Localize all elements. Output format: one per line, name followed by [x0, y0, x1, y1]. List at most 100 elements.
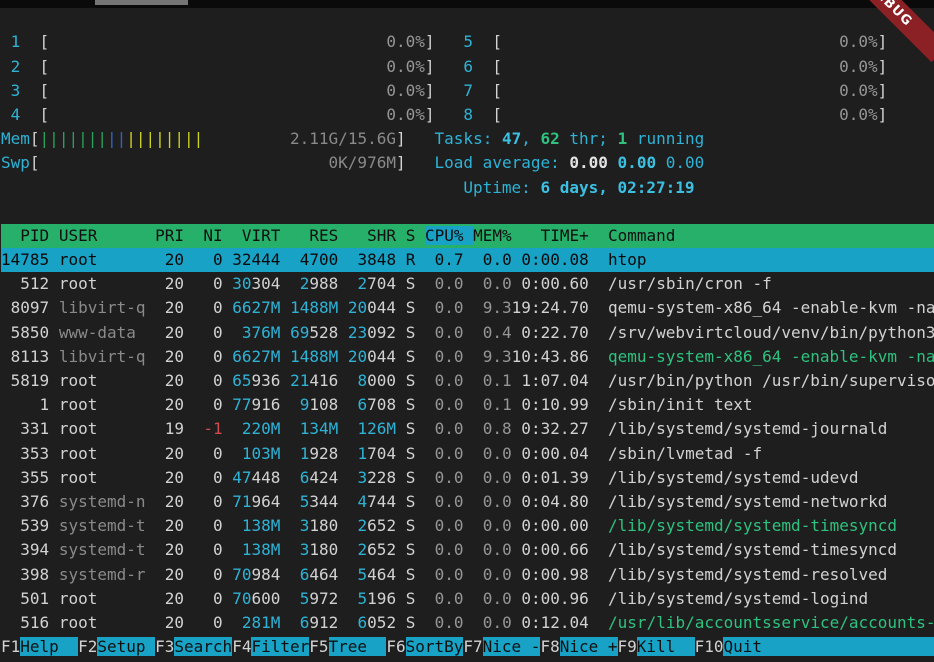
mem-meter-value: 2.11G/15.6G: [290, 129, 396, 148]
column-header-pri[interactable]: PRI: [155, 226, 184, 245]
fkey-tree[interactable]: F5Tree: [309, 637, 386, 656]
column-header-s[interactable]: S: [406, 226, 416, 245]
process-row-501[interactable]: 501 root 20 0 70600 5972 5196 S 0.0 0.0 …: [1, 587, 934, 611]
cpu-meter-row: 1 [ 0.0%] 5 [ 0.0%]: [1, 30, 934, 54]
process-row-355[interactable]: 355 root 20 0 47448 6424 3228 S 0.0 0.0 …: [1, 466, 934, 490]
cpu-meter-label-7: 7: [463, 81, 473, 100]
fkey-nice-[interactable]: F8Nice +: [540, 637, 617, 656]
window-top-strip: [0, 0, 934, 8]
function-key-bar: F1Help F2Setup F3SearchF4FilterF5Tree F6…: [1, 635, 934, 659]
process-row-331[interactable]: 331 root 19 -1 220M 134M 126M S 0.0 0.8 …: [1, 417, 934, 441]
fkey-help[interactable]: F1Help: [1, 637, 78, 656]
cpu-meter-label-6: 6: [463, 57, 473, 76]
fkey-nice-[interactable]: F7Nice -: [463, 637, 540, 656]
fkey-number: F5: [309, 637, 328, 656]
fkey-number: F9: [618, 637, 637, 656]
fkey-action-label: Nice -: [483, 637, 541, 656]
process-row-539[interactable]: 539 systemd-t 20 0 138M 3180 2652 S 0.0 …: [1, 514, 934, 538]
column-header-shr[interactable]: SHR: [348, 226, 396, 245]
fkey-number: F8: [540, 637, 559, 656]
column-header-virt[interactable]: VIRT: [232, 226, 280, 245]
cpu-meter-label-4: 4: [11, 105, 21, 124]
terminal-content: 1 [ 0.0%] 5 [ 0.0%] 2 [ 0.0%] 6 [ 0.0%] …: [1, 8, 934, 659]
process-row-512[interactable]: 512 root 20 0 30304 2988 2704 S 0.0 0.0 …: [1, 272, 934, 296]
blank-row: [1, 200, 934, 224]
fkey-number: F2: [78, 637, 97, 656]
process-row-516[interactable]: 516 root 20 0 281M 6912 6052 S 0.0 0.0 0…: [1, 611, 934, 635]
fkey-action-label: Quit: [723, 637, 934, 656]
fkey-number: F10: [695, 637, 724, 656]
column-header-pid[interactable]: PID: [1, 226, 49, 245]
fkey-action-label: Tree: [329, 637, 387, 656]
cpu-meter-value-3: 0.0%: [386, 81, 425, 100]
process-row-5850[interactable]: 5850 www-data 20 0 376M 69528 23092 S 0.…: [1, 321, 934, 345]
cpu-meter-value-8: 0.0%: [839, 105, 878, 124]
cpu-meter-label-3: 3: [11, 81, 21, 100]
cpu-meter-label-8: 8: [463, 105, 473, 124]
fkey-setup[interactable]: F2Setup: [78, 637, 155, 656]
cpu-meter-value-2: 0.0%: [386, 57, 425, 76]
process-row-398[interactable]: 398 systemd-r 20 0 70984 6464 5464 S 0.0…: [1, 563, 934, 587]
uptime-row: Uptime: 6 days, 02:27:19: [1, 176, 934, 200]
fkey-filter[interactable]: F4Filter: [232, 637, 309, 656]
mem-meter-label: Mem: [1, 129, 30, 148]
fkey-action-label: SortBy: [406, 637, 464, 656]
cpu-meter-row: 2 [ 0.0%] 6 [ 0.0%]: [1, 55, 934, 79]
fkey-number: F4: [232, 637, 251, 656]
column-header-mem[interactable]: MEM%: [473, 226, 512, 245]
column-header-ni[interactable]: NI: [194, 226, 223, 245]
fkey-action-label: Nice +: [560, 637, 618, 656]
fkey-action-label: Help: [20, 637, 78, 656]
fkey-number: F1: [1, 637, 20, 656]
cpu-meter-label-2: 2: [11, 57, 21, 76]
column-header-cpu-sort[interactable]: CPU%: [425, 226, 473, 245]
tasks-running: 1: [618, 129, 628, 148]
column-header-user[interactable]: USER: [59, 226, 146, 245]
load-average-label: Load average:: [435, 153, 570, 172]
load-15min: 0.00: [666, 153, 705, 172]
process-table-header: PID USER PRI NI VIRT RES SHR S CPU% MEM%…: [1, 224, 934, 248]
fkey-action-label: Setup: [97, 637, 155, 656]
mem-bar-used: |||||||: [40, 129, 107, 148]
fkey-number: F7: [463, 637, 482, 656]
tab-indicator: [95, 0, 188, 5]
fkey-quit[interactable]: F10Quit: [695, 637, 934, 656]
swp-meter-value: 0K/976M: [329, 153, 396, 172]
column-header-res[interactable]: RES: [290, 226, 338, 245]
process-row-8113[interactable]: 8113 libvirt-q 20 0 6627M 1488M 20044 S …: [1, 345, 934, 369]
mem-bar-cache: ||||||||: [126, 129, 203, 148]
cpu-meter-row: 3 [ 0.0%] 7 [ 0.0%]: [1, 79, 934, 103]
cpu-meter-value-6: 0.0%: [839, 57, 878, 76]
tasks-count: 47: [502, 129, 521, 148]
fkey-kill[interactable]: F9Kill: [618, 637, 695, 656]
process-row-394[interactable]: 394 systemd-t 20 0 138M 3180 2652 S 0.0 …: [1, 538, 934, 562]
process-row-14785[interactable]: 14785 root 20 0 32444 4700 3848 R 0.7 0.…: [1, 248, 934, 272]
fkey-action-label: Search: [174, 637, 232, 656]
fkey-sortby[interactable]: F6SortBy: [386, 637, 463, 656]
fkey-action-label: Filter: [251, 637, 309, 656]
process-row-353[interactable]: 353 root 20 0 103M 1928 1704 S 0.0 0.0 0…: [1, 442, 934, 466]
column-header-command[interactable]: Command: [608, 226, 675, 245]
column-header-time[interactable]: TIME+: [512, 226, 589, 245]
swp-meter-label: Swp: [1, 153, 30, 172]
mem-tasks-row: Mem[||||||||||||||||| 2.11G/15.6G] Tasks…: [1, 127, 934, 151]
load-1min: 0.00: [569, 153, 608, 172]
cpu-meter-label-1: 1: [11, 32, 21, 51]
process-row-1[interactable]: 1 root 20 0 77916 9108 6708 S 0.0 0.1 0:…: [1, 393, 934, 417]
process-row-5819[interactable]: 5819 root 20 0 65936 21416 8000 S 0.0 0.…: [1, 369, 934, 393]
fkey-action-label: Kill: [637, 637, 695, 656]
cpu-meter-value-7: 0.0%: [839, 81, 878, 100]
tasks-threads: 62: [541, 129, 560, 148]
process-row-376[interactable]: 376 systemd-n 20 0 71964 5344 4744 S 0.0…: [1, 490, 934, 514]
htop-terminal-screen: DEBUG 1 [ 0.0%] 5 [ 0.0%] 2 [ 0.0%] 6 [ …: [0, 0, 934, 662]
fkey-number: F6: [386, 637, 405, 656]
cpu-meter-label-5: 5: [463, 32, 473, 51]
uptime-label: Uptime:: [463, 178, 540, 197]
process-row-8097[interactable]: 8097 libvirt-q 20 0 6627M 1488M 20044 S …: [1, 296, 934, 320]
swp-load-row: Swp[ 0K/976M] Load average: 0.00 0.00 0.…: [1, 151, 934, 175]
fkey-search[interactable]: F3Search: [155, 637, 232, 656]
tasks-label: Tasks:: [435, 129, 502, 148]
uptime-value: 6 days, 02:27:19: [540, 178, 694, 197]
cpu-meter-value-4: 0.0%: [386, 105, 425, 124]
fkey-number: F3: [155, 637, 174, 656]
